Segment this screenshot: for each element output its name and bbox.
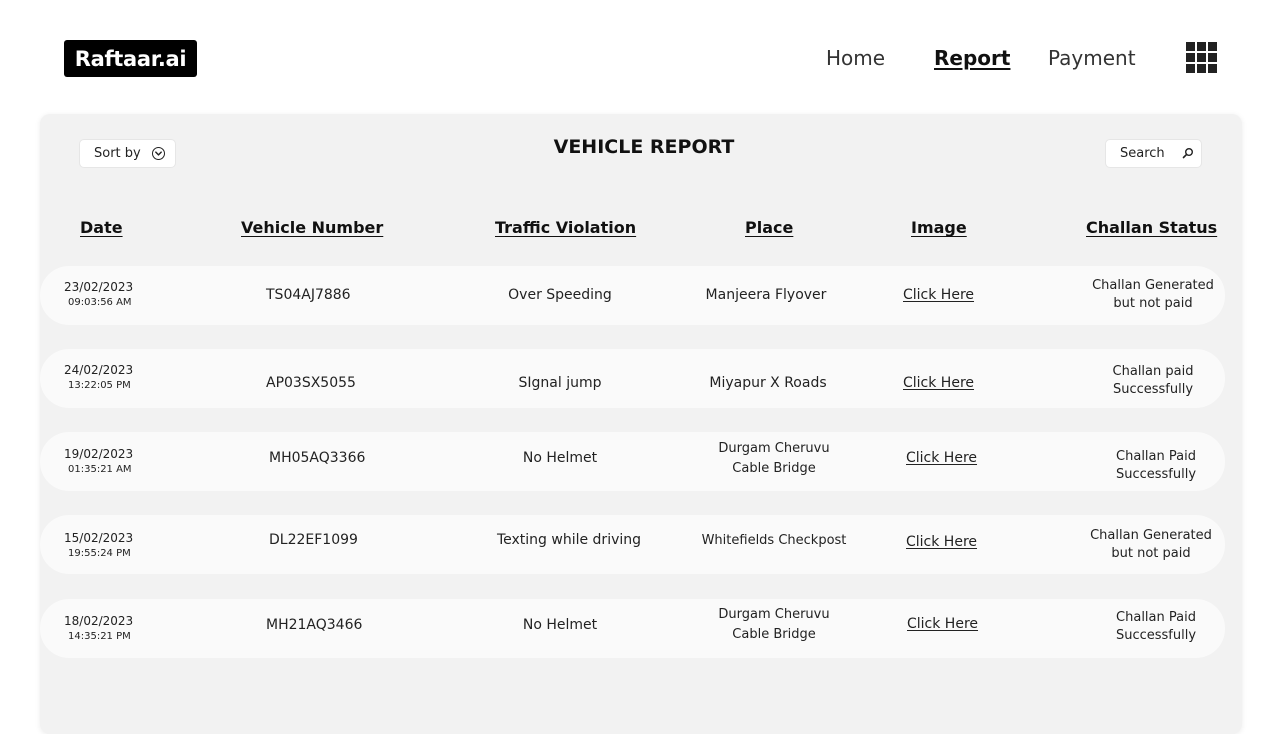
image-link[interactable]: Click Here [906,532,977,552]
page-title: VEHICLE REPORT [553,136,735,158]
search-icon [1182,148,1193,159]
status-cell: Challan Paid Successfully [1115,610,1197,643]
nav-payment[interactable]: Payment [1048,44,1136,72]
column-header-date[interactable]: Date [80,218,123,237]
date-cell: 15/02/2023 19:55:24 PM [64,530,133,562]
vehicle-number-cell: TS04AJ7886 [266,287,351,303]
violation-cell: SIgnal jump [518,375,602,391]
place-cell: Durgam Cheruvu Cable Bridge [718,607,830,642]
status-cell: Challan Generated but not paid [1090,528,1212,561]
violation-cell: Over Speeding [508,287,612,303]
violation-cell: No Helmet [522,450,598,466]
time-cell: 13:22:05 PM [68,380,131,391]
date-cell: 23/02/2023 09:03:56 AM [64,279,133,311]
search-button[interactable]: Search [1106,140,1201,167]
vehicle-number-cell: AP03SX5055 [266,375,356,391]
image-link[interactable]: Click Here [906,448,977,468]
column-header-traffic-violation[interactable]: Traffic Violation [495,218,636,237]
logo[interactable]: Raftaar.ai [64,40,197,77]
status-cell: Challan paid Successfully [1112,364,1194,397]
violation-cell: Texting while driving [496,532,642,548]
time-cell: 09:03:56 AM [68,297,132,308]
status-cell: Challan Generated but not paid [1092,278,1214,311]
vehicle-number-cell: MH21AQ3466 [266,617,363,633]
nav-home[interactable]: Home [826,44,885,72]
vehicle-number-cell: MH05AQ3366 [269,450,366,466]
column-header-challan-status[interactable]: Challan Status [1086,218,1217,237]
column-header-place[interactable]: Place [745,218,793,237]
apps-grid-icon[interactable] [1186,42,1217,73]
image-link[interactable]: Click Here [903,373,974,393]
violation-cell: No Helmet [522,617,598,633]
time-cell: 19:55:24 PM [68,548,131,559]
place-cell: Whitefields Checkpost [701,533,847,548]
time-cell: 14:35:21 PM [68,631,131,642]
image-link[interactable]: Click Here [907,614,978,634]
search-label: Search [1120,146,1165,161]
vehicle-number-cell: DL22EF1099 [269,532,358,548]
date-cell: 19/02/2023 01:35:21 AM [64,446,133,478]
nav-report[interactable]: Report [934,44,1010,72]
date-cell: 18/02/2023 14:35:21 PM [64,613,133,645]
time-cell: 01:35:21 AM [68,464,132,475]
place-cell: Durgam Cheruvu Cable Bridge [718,441,830,476]
column-header-vehicle-number[interactable]: Vehicle Number [241,218,383,237]
place-cell: Miyapur X Roads [709,375,827,391]
place-cell: Manjeera Flyover [705,287,827,303]
image-link[interactable]: Click Here [903,285,974,305]
column-header-image[interactable]: Image [911,218,967,237]
status-cell: Challan Paid Successfully [1115,449,1197,482]
date-cell: 24/02/2023 13:22:05 PM [64,362,133,394]
